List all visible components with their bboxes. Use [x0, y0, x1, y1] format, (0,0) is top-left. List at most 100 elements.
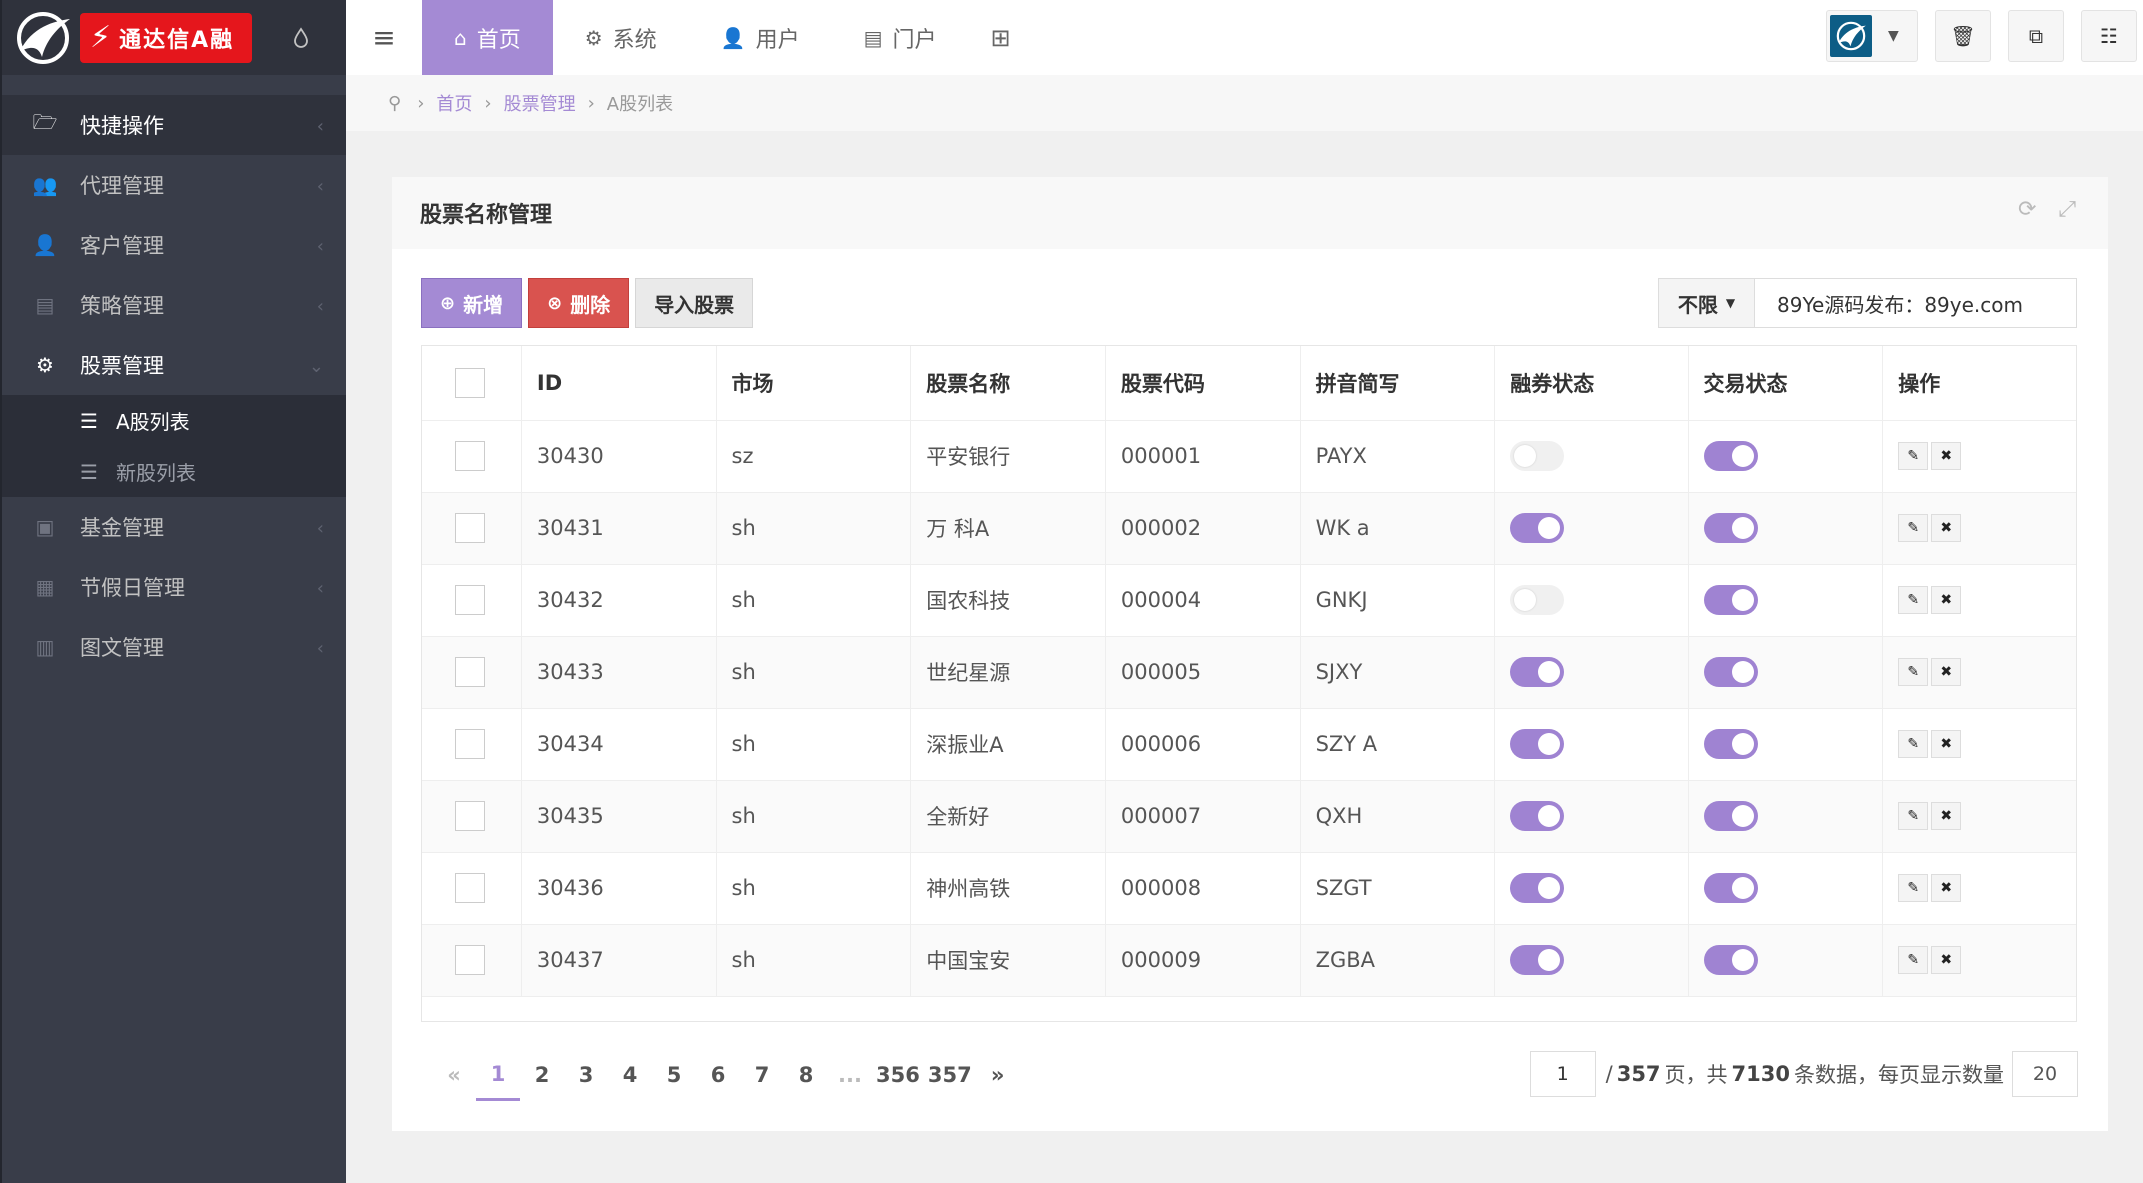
short-selling-toggle[interactable]: [1510, 873, 1565, 903]
page-jump-input[interactable]: [1529, 1051, 1596, 1097]
edit-button[interactable]: ✎: [1898, 514, 1929, 542]
import-stocks-button[interactable]: 导入股票: [635, 278, 754, 328]
row-checkbox[interactable]: [455, 441, 485, 471]
column-header[interactable]: 交易状态: [1688, 346, 1884, 421]
delete-row-button[interactable]: ✖: [1931, 586, 1962, 614]
sidebar-item-holidays[interactable]: ▦ 节假日管理 ‹: [2, 557, 346, 617]
column-header[interactable]: ID: [521, 346, 717, 421]
sidebar-subitem-new-shares[interactable]: ☰ 新股列表: [2, 446, 346, 497]
page-button-357[interactable]: 357: [924, 1049, 976, 1101]
edit-button[interactable]: ✎: [1898, 946, 1929, 974]
tab-portal[interactable]: ▤ 门户: [832, 0, 969, 75]
sidebar-item-quick-ops[interactable]: 🗁 快捷操作 ‹: [2, 95, 346, 155]
trading-toggle[interactable]: [1703, 585, 1758, 615]
row-checkbox[interactable]: [455, 873, 485, 903]
edit-button[interactable]: ✎: [1898, 586, 1929, 614]
page-size-input[interactable]: 20: [2012, 1051, 2078, 1097]
select-all-checkbox[interactable]: [455, 367, 485, 398]
row-checkbox[interactable]: [455, 729, 485, 759]
breadcrumb-section[interactable]: 股票管理: [504, 90, 576, 116]
table-row[interactable]: 30434 sh 深振业A 000006 SZY A ✎ ✖: [422, 708, 2076, 781]
edit-button[interactable]: ✎: [1898, 658, 1929, 686]
row-checkbox[interactable]: [455, 945, 485, 975]
edit-button[interactable]: ✎: [1898, 874, 1929, 902]
short-selling-toggle[interactable]: [1510, 729, 1565, 759]
row-checkbox[interactable]: [455, 585, 485, 615]
short-selling-toggle[interactable]: [1510, 513, 1565, 543]
row-checkbox[interactable]: [455, 513, 485, 543]
short-selling-toggle[interactable]: [1510, 801, 1565, 831]
table-row[interactable]: 30430 sz 平安银行 000001 PAYX ✎ ✖: [422, 420, 2076, 493]
row-checkbox[interactable]: [455, 657, 485, 687]
page-button-7[interactable]: 7: [740, 1049, 784, 1101]
short-selling-toggle[interactable]: [1510, 441, 1565, 471]
page-button-3[interactable]: 3: [564, 1049, 608, 1101]
sidebar-item-articles[interactable]: ▥ 图文管理 ‹: [2, 617, 346, 677]
trading-toggle[interactable]: [1703, 729, 1758, 759]
delete-row-button[interactable]: ✖: [1931, 874, 1962, 902]
tab-system[interactable]: ⚙ 系统: [553, 0, 689, 75]
theme-drop-icon[interactable]: [290, 26, 312, 49]
short-selling-toggle[interactable]: [1510, 945, 1565, 975]
column-header[interactable]: 股票名称: [910, 346, 1106, 421]
column-header[interactable]: 股票代码: [1105, 346, 1301, 421]
menu-toggle-icon[interactable]: ≡: [346, 0, 422, 75]
delete-row-button[interactable]: ✖: [1931, 946, 1962, 974]
search-input[interactable]: [1755, 278, 2077, 328]
delete-row-button[interactable]: ✖: [1931, 802, 1962, 830]
sidebar-item-agents[interactable]: 👥 代理管理 ‹: [2, 155, 346, 215]
delete-row-button[interactable]: ✖: [1931, 442, 1962, 470]
delete-row-button[interactable]: ✖: [1931, 730, 1962, 758]
trading-toggle[interactable]: [1703, 657, 1758, 687]
trading-toggle[interactable]: [1703, 945, 1758, 975]
column-header[interactable]: 拼音简写: [1300, 346, 1496, 421]
sidebar-item-customers[interactable]: 👤 客户管理 ‹: [2, 215, 346, 275]
tab-users[interactable]: 👤 用户: [689, 0, 832, 75]
clear-cache-button[interactable]: 🗑: [1935, 10, 1991, 62]
sidebar-item-funds[interactable]: ▣ 基金管理 ‹: [2, 497, 346, 557]
table-row[interactable]: 30432 sh 国农科技 000004 GNKJ ✎ ✖: [422, 564, 2076, 637]
settings-panel-button[interactable]: ☷: [2081, 10, 2137, 62]
filter-dropdown[interactable]: 不限 ▼: [1658, 278, 1755, 328]
prev-page-button[interactable]: «: [432, 1049, 476, 1101]
short-selling-toggle[interactable]: [1510, 657, 1565, 687]
page-button-4[interactable]: 4: [608, 1049, 652, 1101]
open-site-button[interactable]: ⧉: [2008, 10, 2064, 62]
page-button-2[interactable]: 2: [520, 1049, 564, 1101]
page-button-356[interactable]: 356: [872, 1049, 924, 1101]
table-row[interactable]: 30431 sh 万 科A 000002 WK a ✎ ✖: [422, 492, 2076, 565]
apps-grid-icon[interactable]: ⊞: [969, 24, 1033, 52]
row-checkbox[interactable]: [455, 801, 485, 831]
trading-toggle[interactable]: [1703, 801, 1758, 831]
sidebar-subitem-a-shares[interactable]: ☰ A股列表: [2, 395, 346, 446]
refresh-icon[interactable]: ⟳: [2018, 197, 2036, 222]
delete-button[interactable]: ⊗ 删除: [528, 278, 630, 328]
column-header[interactable]: 融券状态: [1494, 346, 1689, 421]
next-page-button[interactable]: »: [976, 1049, 1020, 1101]
trading-toggle[interactable]: [1703, 873, 1758, 903]
page-button-5[interactable]: 5: [652, 1049, 696, 1101]
edit-button[interactable]: ✎: [1898, 802, 1929, 830]
sidebar-item-stocks[interactable]: ⚙ 股票管理 ⌄: [2, 335, 346, 395]
fullscreen-icon[interactable]: ⤢: [2058, 197, 2076, 222]
user-menu-button[interactable]: ▼: [1826, 10, 1918, 62]
column-header[interactable]: 市场: [716, 346, 912, 421]
short-selling-toggle[interactable]: [1510, 585, 1565, 615]
sidebar-item-strategy[interactable]: ▤ 策略管理 ‹: [2, 275, 346, 335]
trading-toggle[interactable]: [1703, 441, 1758, 471]
delete-row-button[interactable]: ✖: [1931, 514, 1962, 542]
table-row[interactable]: 30433 sh 世纪星源 000005 SJXY ✎ ✖: [422, 636, 2076, 709]
delete-row-button[interactable]: ✖: [1931, 658, 1962, 686]
page-button-1[interactable]: 1: [476, 1049, 520, 1101]
table-row[interactable]: 30435 sh 全新好 000007 QXH ✎ ✖: [422, 780, 2076, 853]
brand-logo[interactable]: ⚡ 通达信A融: [80, 12, 252, 63]
page-button-6[interactable]: 6: [696, 1049, 740, 1101]
tab-home[interactable]: ⌂ 首页: [422, 0, 553, 75]
edit-button[interactable]: ✎: [1898, 730, 1929, 758]
page-button-8[interactable]: 8: [784, 1049, 828, 1101]
stock-table-wrapper[interactable]: ID 市场 股票名称 股票代码 拼音简写 融券状态 交易状态 操作 30430 s…: [421, 345, 2077, 1022]
breadcrumb-home[interactable]: 首页: [436, 90, 472, 116]
table-row[interactable]: 30437 sh 中国宝安 000009 ZGBA ✎ ✖: [422, 924, 2076, 997]
add-button[interactable]: ⊕ 新增: [421, 278, 523, 328]
trading-toggle[interactable]: [1703, 513, 1758, 543]
